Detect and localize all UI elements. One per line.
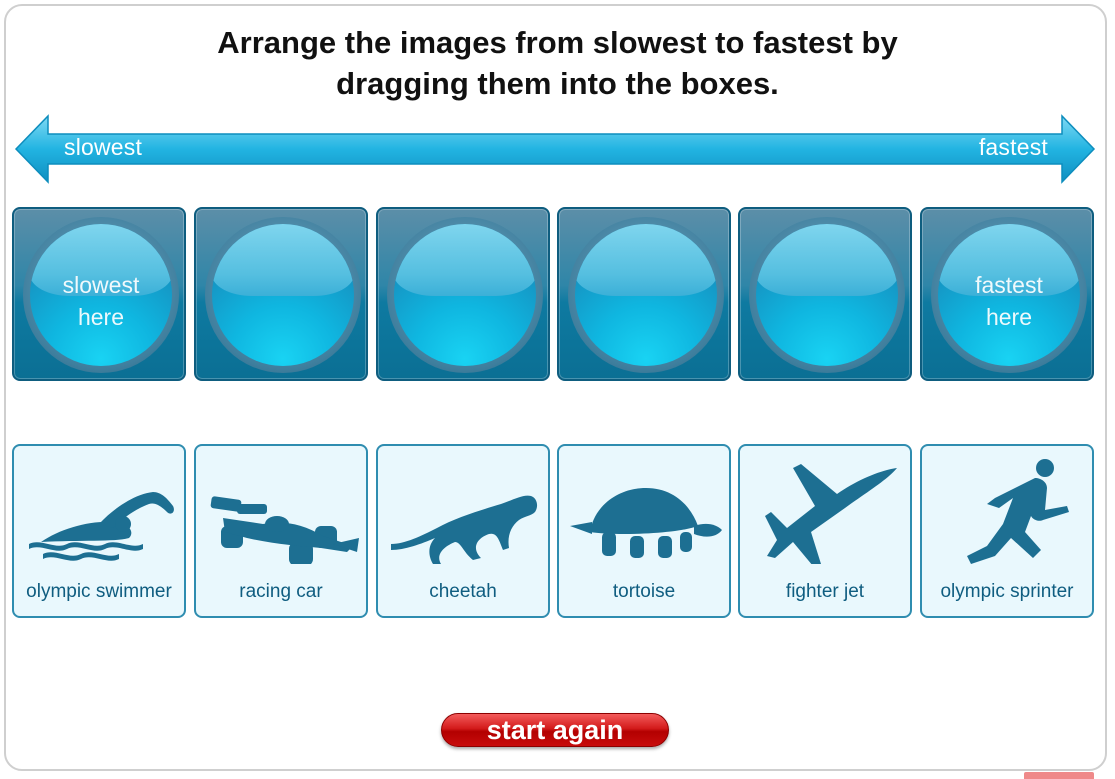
- card-olympic-sprinter[interactable]: olympic sprinter: [920, 444, 1094, 618]
- drop-slot-5[interactable]: [738, 207, 912, 381]
- drop-slot-2[interactable]: [194, 207, 368, 381]
- card-label: cheetah: [429, 581, 497, 602]
- draggable-cards: olympic swimmer racing car cheetah torto…: [12, 444, 1096, 620]
- card-label: olympic swimmer: [26, 581, 172, 602]
- card-olympic-swimmer[interactable]: olympic swimmer: [12, 444, 186, 618]
- slot-hint: slowest here: [62, 272, 140, 330]
- tortoise-icon: [570, 488, 722, 558]
- sprinter-icon: [967, 459, 1069, 564]
- card-label: olympic sprinter: [940, 581, 1074, 602]
- fighter-jet-icon: [765, 464, 897, 564]
- speed-scale-arrow: slowest fastest: [14, 112, 1096, 186]
- card-tortoise[interactable]: tortoise: [557, 444, 731, 618]
- cheetah-icon: [391, 495, 538, 564]
- instruction-line-1: Arrange the images from slowest to faste…: [217, 25, 898, 60]
- drop-slot-6[interactable]: fastest here: [920, 207, 1094, 381]
- instruction-text: Arrange the images from slowest to faste…: [0, 22, 1115, 104]
- double-arrow-icon: [14, 114, 1096, 184]
- drop-slot-3[interactable]: [376, 207, 550, 381]
- card-label: fighter jet: [785, 581, 865, 602]
- drop-slot-1[interactable]: slowest here: [12, 207, 186, 381]
- card-label: racing car: [239, 581, 323, 602]
- slot-hint: fastest here: [975, 272, 1043, 330]
- drop-slot-4[interactable]: [557, 207, 731, 381]
- card-label: tortoise: [612, 581, 676, 602]
- card-cheetah[interactable]: cheetah: [376, 444, 550, 618]
- card-fighter-jet[interactable]: fighter jet: [738, 444, 912, 618]
- card-racing-car[interactable]: racing car: [194, 444, 368, 618]
- brand-mark: [1024, 772, 1094, 779]
- racing-car-icon: [210, 496, 359, 564]
- slowest-label: slowest: [64, 134, 143, 160]
- swimmer-icon: [29, 492, 174, 561]
- instruction-line-2: dragging them into the boxes.: [336, 66, 779, 101]
- start-again-button[interactable]: start again: [441, 713, 669, 747]
- fastest-label: fastest: [978, 134, 1048, 160]
- drop-targets: slowest here fastest here: [12, 207, 1096, 383]
